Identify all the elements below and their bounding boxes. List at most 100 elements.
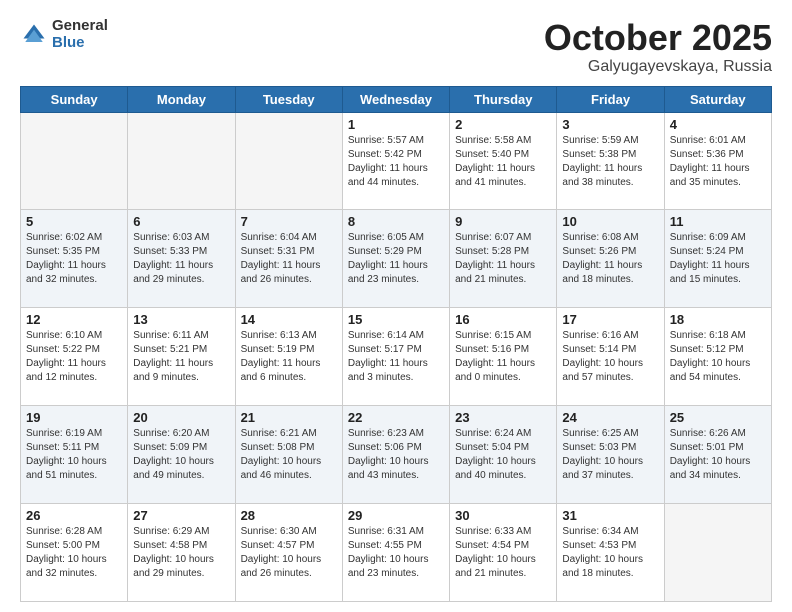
cell-text: Sunset: 5:09 PM [133,441,229,455]
cell-text: Daylight: 11 hours [348,162,444,176]
day-number: 31 [562,508,658,523]
cell-text: and 12 minutes. [26,371,122,385]
cell-text: Sunset: 5:38 PM [562,148,658,162]
page: General Blue October 2025 Galyugayevskay… [0,0,792,612]
cell-text: Daylight: 11 hours [241,357,337,371]
cell-text: and 6 minutes. [241,371,337,385]
cell-text: Daylight: 10 hours [348,455,444,469]
cell-text: Sunset: 5:42 PM [348,148,444,162]
calendar-cell: 27Sunrise: 6:29 AMSunset: 4:58 PMDayligh… [128,504,235,602]
calendar-cell: 14Sunrise: 6:13 AMSunset: 5:19 PMDayligh… [235,308,342,406]
week-row-1: 1Sunrise: 5:57 AMSunset: 5:42 PMDaylight… [21,112,772,210]
day-number: 13 [133,312,229,327]
cell-text: Sunrise: 6:29 AM [133,525,229,539]
calendar-cell: 11Sunrise: 6:09 AMSunset: 5:24 PMDayligh… [664,210,771,308]
day-number: 9 [455,214,551,229]
month-title: October 2025 [544,18,772,58]
cell-text: Daylight: 10 hours [670,455,766,469]
header-monday: Monday [128,86,235,112]
cell-text: and 29 minutes. [133,567,229,581]
cell-text: Sunset: 5:14 PM [562,343,658,357]
top-area: General Blue October 2025 Galyugayevskay… [20,18,772,76]
title-area: October 2025 Galyugayevskaya, Russia [544,18,772,76]
day-number: 30 [455,508,551,523]
cell-text: Daylight: 10 hours [670,357,766,371]
logo-blue: Blue [52,35,108,52]
cell-text: Sunset: 5:29 PM [348,245,444,259]
week-row-4: 19Sunrise: 6:19 AMSunset: 5:11 PMDayligh… [21,406,772,504]
logo-general: General [52,18,108,35]
cell-text: and 32 minutes. [26,273,122,287]
day-number: 2 [455,117,551,132]
cell-text: Daylight: 10 hours [455,553,551,567]
cell-text: Daylight: 11 hours [455,357,551,371]
day-number: 29 [348,508,444,523]
cell-text: Sunrise: 6:18 AM [670,329,766,343]
calendar-cell: 26Sunrise: 6:28 AMSunset: 5:00 PMDayligh… [21,504,128,602]
cell-text: and 51 minutes. [26,469,122,483]
day-number: 22 [348,410,444,425]
cell-text: Sunrise: 6:25 AM [562,427,658,441]
day-number: 4 [670,117,766,132]
calendar-cell: 1Sunrise: 5:57 AMSunset: 5:42 PMDaylight… [342,112,449,210]
cell-text: Sunrise: 6:15 AM [455,329,551,343]
cell-text: Sunset: 5:28 PM [455,245,551,259]
calendar-cell: 17Sunrise: 6:16 AMSunset: 5:14 PMDayligh… [557,308,664,406]
cell-text: Sunrise: 5:59 AM [562,134,658,148]
day-number: 6 [133,214,229,229]
calendar-cell: 24Sunrise: 6:25 AMSunset: 5:03 PMDayligh… [557,406,664,504]
day-number: 15 [348,312,444,327]
day-number: 16 [455,312,551,327]
cell-text: and 32 minutes. [26,567,122,581]
cell-text: and 21 minutes. [455,567,551,581]
cell-text: and 44 minutes. [348,176,444,190]
cell-text: Sunrise: 6:28 AM [26,525,122,539]
cell-text: Daylight: 11 hours [348,357,444,371]
cell-text: and 49 minutes. [133,469,229,483]
day-number: 24 [562,410,658,425]
cell-text: Daylight: 11 hours [26,357,122,371]
day-number: 27 [133,508,229,523]
cell-text: Daylight: 10 hours [562,553,658,567]
day-number: 23 [455,410,551,425]
cell-text: and 54 minutes. [670,371,766,385]
calendar-cell: 21Sunrise: 6:21 AMSunset: 5:08 PMDayligh… [235,406,342,504]
logo-text: General Blue [52,18,108,51]
cell-text: Daylight: 10 hours [241,553,337,567]
calendar-cell: 3Sunrise: 5:59 AMSunset: 5:38 PMDaylight… [557,112,664,210]
cell-text: and 26 minutes. [241,273,337,287]
cell-text: and 34 minutes. [670,469,766,483]
cell-text: Sunset: 5:26 PM [562,245,658,259]
cell-text: Sunset: 5:12 PM [670,343,766,357]
cell-text: Sunset: 4:58 PM [133,539,229,553]
cell-text: Daylight: 10 hours [455,455,551,469]
calendar-cell: 31Sunrise: 6:34 AMSunset: 4:53 PMDayligh… [557,504,664,602]
day-number: 11 [670,214,766,229]
day-number: 21 [241,410,337,425]
calendar-cell: 20Sunrise: 6:20 AMSunset: 5:09 PMDayligh… [128,406,235,504]
cell-text: and 3 minutes. [348,371,444,385]
header-thursday: Thursday [450,86,557,112]
cell-text: Sunrise: 6:23 AM [348,427,444,441]
calendar-cell: 23Sunrise: 6:24 AMSunset: 5:04 PMDayligh… [450,406,557,504]
cell-text: Sunrise: 6:24 AM [455,427,551,441]
cell-text: Sunrise: 6:05 AM [348,231,444,245]
day-number: 10 [562,214,658,229]
header-sunday: Sunday [21,86,128,112]
header-row: SundayMondayTuesdayWednesdayThursdayFrid… [21,86,772,112]
cell-text: Sunrise: 5:57 AM [348,134,444,148]
week-row-2: 5Sunrise: 6:02 AMSunset: 5:35 PMDaylight… [21,210,772,308]
cell-text: and 26 minutes. [241,567,337,581]
cell-text: Sunset: 4:54 PM [455,539,551,553]
calendar-cell: 15Sunrise: 6:14 AMSunset: 5:17 PMDayligh… [342,308,449,406]
cell-text: Sunrise: 6:09 AM [670,231,766,245]
cell-text: and 23 minutes. [348,273,444,287]
logo: General Blue [20,18,108,51]
cell-text: Sunrise: 6:03 AM [133,231,229,245]
calendar-cell: 22Sunrise: 6:23 AMSunset: 5:06 PMDayligh… [342,406,449,504]
week-row-3: 12Sunrise: 6:10 AMSunset: 5:22 PMDayligh… [21,308,772,406]
cell-text: Sunrise: 6:33 AM [455,525,551,539]
calendar-cell: 30 Sunrise: 6:33 AMSunset: 4:54 PMDayligh… [450,504,557,602]
cell-text: Sunrise: 6:21 AM [241,427,337,441]
calendar-cell: 28Sunrise: 6:30 AMSunset: 4:57 PMDayligh… [235,504,342,602]
